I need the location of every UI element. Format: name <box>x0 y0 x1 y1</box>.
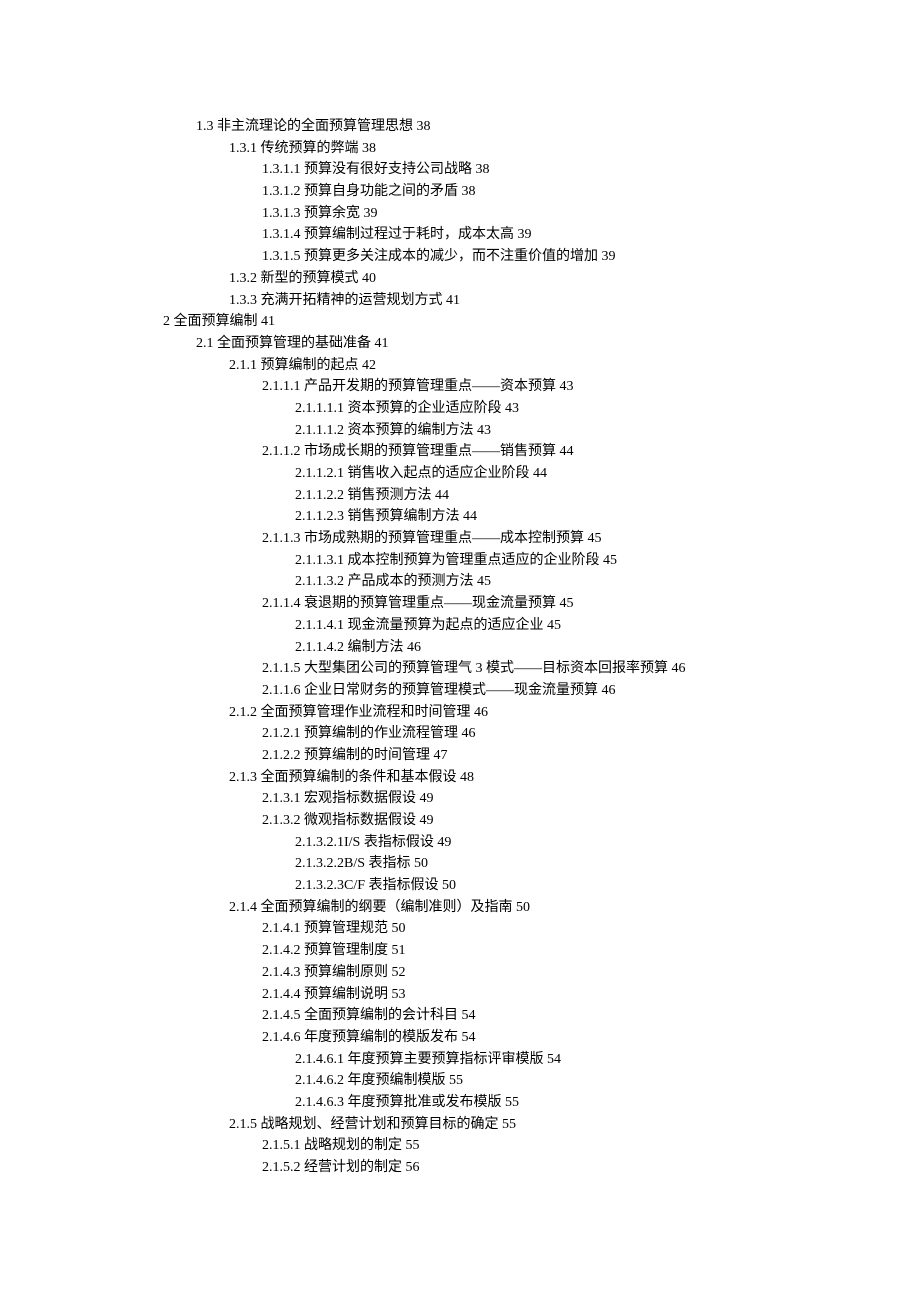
toc-entry: 2.1.1.6 企业日常财务的预算管理模式——现金流量预算 46 <box>163 680 920 702</box>
toc-entry: 1.3.2 新型的预算模式 40 <box>163 268 920 290</box>
toc-entry: 1.3.3 充满开拓精神的运营规划方式 41 <box>163 290 920 312</box>
toc-entry: 2.1.2 全面预算管理作业流程和时间管理 46 <box>163 702 920 724</box>
toc-entry: 1.3 非主流理论的全面预算管理思想 38 <box>163 116 920 138</box>
toc-entry: 2.1.1.2.1 销售收入起点的适应企业阶段 44 <box>163 463 920 485</box>
toc-entry: 2.1.4 全面预算编制的纲要（编制准则）及指南 50 <box>163 897 920 919</box>
toc-entry: 2.1.1.3 市场成熟期的预算管理重点——成本控制预算 45 <box>163 528 920 550</box>
toc-entry: 2.1.1.3.1 成本控制预算为管理重点适应的企业阶段 45 <box>163 550 920 572</box>
toc-entry: 2.1.3.2.1I/S 表指标假设 49 <box>163 832 920 854</box>
toc-entry: 2.1.3 全面预算编制的条件和基本假设 48 <box>163 767 920 789</box>
toc-entry: 2.1.5.2 经营计划的制定 56 <box>163 1157 920 1179</box>
toc-entry: 2.1.1.4 衰退期的预算管理重点——现金流量预算 45 <box>163 593 920 615</box>
toc-entry: 2.1.1.2.2 销售预测方法 44 <box>163 485 920 507</box>
toc-entry: 2.1.4.2 预算管理制度 51 <box>163 940 920 962</box>
toc-entry: 2 全面预算编制 41 <box>163 311 920 333</box>
toc-entry: 2.1.1.1 产品开发期的预算管理重点——资本预算 43 <box>163 376 920 398</box>
toc-entry: 2.1.1.1.1 资本预算的企业适应阶段 43 <box>163 398 920 420</box>
toc-entry: 2.1.1.4.1 现金流量预算为起点的适应企业 45 <box>163 615 920 637</box>
toc-entry: 2.1.4.6.2 年度预编制模版 55 <box>163 1070 920 1092</box>
toc-entry: 1.3.1.2 预算自身功能之间的矛盾 38 <box>163 181 920 203</box>
toc-entry: 2.1.4.6 年度预算编制的模版发布 54 <box>163 1027 920 1049</box>
toc-entry: 1.3.1.5 预算更多关注成本的减少，而不注重价值的增加 39 <box>163 246 920 268</box>
toc-entry: 1.3.1.4 预算编制过程过于耗时，成本太高 39 <box>163 224 920 246</box>
toc-entry: 1.3.1 传统预算的弊端 38 <box>163 138 920 160</box>
toc-entry: 2.1.1.2.3 销售预算编制方法 44 <box>163 506 920 528</box>
table-of-contents: 1.3 非主流理论的全面预算管理思想 381.3.1 传统预算的弊端 381.3… <box>163 116 920 1179</box>
toc-entry: 2.1.4.4 预算编制说明 53 <box>163 984 920 1006</box>
toc-entry: 2.1.5 战略规划、经营计划和预算目标的确定 55 <box>163 1114 920 1136</box>
toc-entry: 2.1.1 预算编制的起点 42 <box>163 355 920 377</box>
toc-entry: 2.1.3.2.2B/S 表指标 50 <box>163 853 920 875</box>
toc-entry: 2.1.1.3.2 产品成本的预测方法 45 <box>163 571 920 593</box>
toc-entry: 2.1.1.2 市场成长期的预算管理重点——销售预算 44 <box>163 441 920 463</box>
toc-entry: 2.1 全面预算管理的基础准备 41 <box>163 333 920 355</box>
toc-entry: 2.1.4.5 全面预算编制的会计科目 54 <box>163 1005 920 1027</box>
toc-entry: 1.3.1.1 预算没有很好支持公司战略 38 <box>163 159 920 181</box>
toc-entry: 2.1.4.6.1 年度预算主要预算指标评审模版 54 <box>163 1049 920 1071</box>
toc-entry: 2.1.4.3 预算编制原则 52 <box>163 962 920 984</box>
toc-entry: 2.1.5.1 战略规划的制定 55 <box>163 1135 920 1157</box>
toc-entry: 2.1.2.1 预算编制的作业流程管理 46 <box>163 723 920 745</box>
toc-entry: 2.1.1.4.2 编制方法 46 <box>163 637 920 659</box>
toc-entry: 2.1.1.1.2 资本预算的编制方法 43 <box>163 420 920 442</box>
toc-entry: 2.1.3.1 宏观指标数据假设 49 <box>163 788 920 810</box>
toc-entry: 2.1.3.2.3C/F 表指标假设 50 <box>163 875 920 897</box>
toc-entry: 2.1.2.2 预算编制的时间管理 47 <box>163 745 920 767</box>
toc-entry: 2.1.1.5 大型集团公司的预算管理气 3 模式——目标资本回报率预算 46 <box>163 658 920 680</box>
toc-entry: 2.1.4.1 预算管理规范 50 <box>163 918 920 940</box>
toc-entry: 1.3.1.3 预算余宽 39 <box>163 203 920 225</box>
toc-entry: 2.1.4.6.3 年度预算批准或发布模版 55 <box>163 1092 920 1114</box>
toc-entry: 2.1.3.2 微观指标数据假设 49 <box>163 810 920 832</box>
